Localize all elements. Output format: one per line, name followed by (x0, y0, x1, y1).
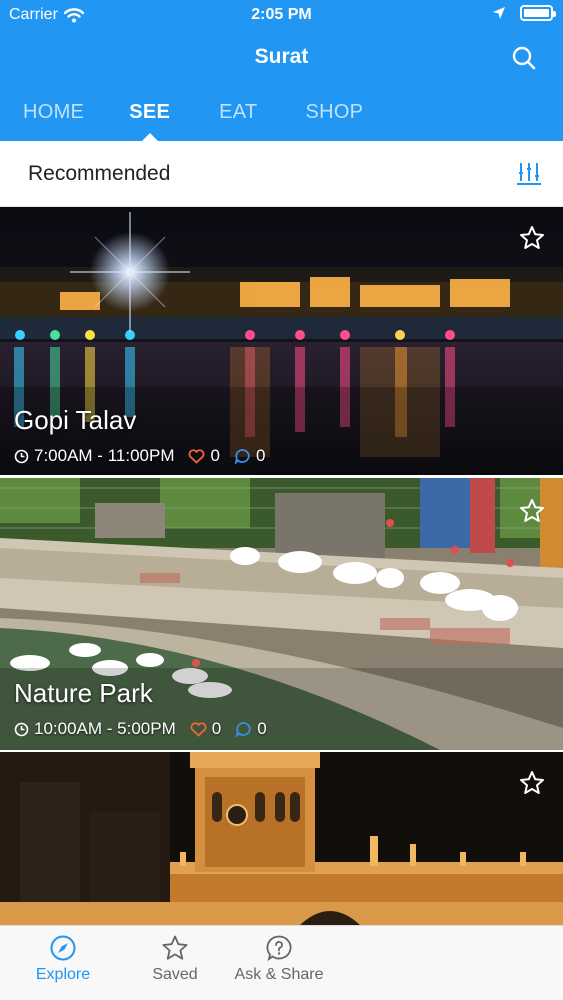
hours-text: 7:00AM - 11:00PM (34, 446, 175, 465)
category-tabs: HOME SEE EAT SHOP (0, 92, 563, 141)
place-likes[interactable]: 0 (188, 446, 220, 466)
clock-icon (14, 722, 29, 736)
tab-eat-label: EAT (219, 101, 258, 123)
save-star-icon[interactable] (519, 498, 545, 524)
compass-icon (50, 935, 76, 961)
search-icon[interactable] (511, 45, 537, 71)
place-meta: 7:00AM - 11:00PM 0 0 (14, 446, 279, 466)
place-hours: 10:00AM - 5:00PM (14, 719, 176, 739)
comment-icon (234, 449, 250, 464)
bottom-tab-ask-share-label: Ask & Share (234, 966, 324, 983)
likes-count: 0 (211, 719, 222, 738)
bottom-tab-ask-share[interactable]: Ask & Share (219, 934, 339, 984)
tab-see-label: SEE (129, 101, 171, 123)
clock-icon (14, 449, 29, 463)
place-meta: 10:00AM - 5:00PM 0 0 (14, 719, 281, 739)
heart-icon (189, 448, 205, 464)
place-card[interactable]: Nature Park 10:00AM - 5:00PM 0 0 (0, 478, 563, 750)
place-photo-ducks-pond (0, 478, 563, 750)
bottom-tab-explore-label: Explore (35, 966, 91, 983)
place-card[interactable] (0, 752, 563, 925)
tab-eat[interactable]: EAT (219, 92, 257, 141)
place-comments[interactable]: 0 (235, 719, 267, 739)
tab-home[interactable]: HOME (23, 92, 84, 141)
app-header: Carrier 2:05 PM Surat HOME SEE EAT SHOP (0, 0, 563, 141)
section-title: Recommended (28, 162, 171, 185)
tab-see[interactable]: SEE (129, 92, 170, 141)
bottom-tab-saved-label: Saved (152, 966, 198, 983)
location-arrow-icon (493, 7, 505, 19)
status-time: 2:05 PM (251, 6, 312, 23)
battery-level (524, 9, 549, 17)
place-name: Nature Park (14, 678, 153, 708)
question-bubble-icon (266, 935, 292, 962)
save-star-icon[interactable] (519, 225, 545, 251)
active-tab-indicator (141, 133, 158, 141)
place-card[interactable]: Gopi Talav 7:00AM - 11:00PM 0 0 (0, 207, 563, 475)
filter-icon[interactable] (517, 161, 541, 187)
likes-count: 0 (210, 446, 220, 465)
bottom-tab-saved[interactable]: Saved (115, 934, 235, 984)
page-title: Surat (254, 45, 309, 68)
bottom-tab-bar: Explore Saved Ask & Share (0, 925, 563, 1000)
comment-icon (236, 722, 251, 737)
section-header: Recommended (0, 141, 563, 207)
tab-shop[interactable]: SHOP (305, 92, 363, 141)
tab-shop-label: SHOP (305, 101, 364, 123)
place-name: Gopi Talav (14, 405, 137, 435)
heart-icon (190, 721, 207, 737)
save-star-icon[interactable] (519, 770, 545, 796)
bottom-tab-explore[interactable]: Explore (3, 934, 123, 984)
tab-home-label: HOME (23, 101, 85, 123)
star-icon (162, 935, 188, 960)
status-right (492, 5, 556, 21)
comments-count: 0 (257, 719, 267, 738)
place-likes[interactable]: 0 (190, 719, 221, 739)
place-hours: 7:00AM - 11:00PM (14, 446, 174, 466)
battery-icon (520, 5, 556, 21)
comments-count: 0 (255, 446, 266, 465)
hours-text: 10:00AM - 5:00PM (34, 719, 176, 738)
place-photo-clock-tower (0, 752, 563, 925)
place-comments[interactable]: 0 (234, 446, 265, 466)
status-bar: Carrier 2:05 PM (0, 0, 563, 30)
